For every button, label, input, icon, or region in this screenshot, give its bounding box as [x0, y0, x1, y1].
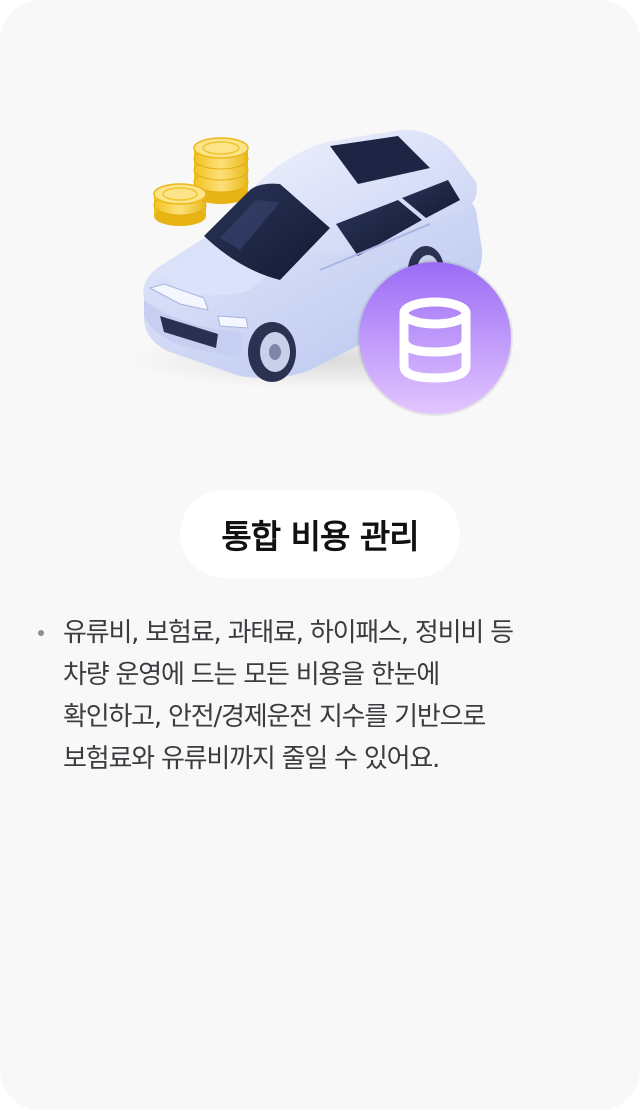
- feature-title: 통합 비용 관리: [221, 517, 419, 556]
- description-line: 보험료와 유류비까지 줄일 수 있어요.: [63, 744, 440, 774]
- cost-management-illustration: [130, 120, 530, 430]
- feature-title-badge: 통합 비용 관리: [180, 490, 460, 578]
- bullet-dot: [38, 630, 44, 636]
- car-illustration: [130, 129, 530, 416]
- feature-description: 유류비, 보험료, 과태료, 하이패스, 정비비 등 차량 운영에 드는 모든 …: [38, 612, 608, 780]
- description-line: 차량 운영에 드는 모든 비용을 한눈에: [63, 660, 440, 690]
- database-icon: [357, 260, 513, 416]
- description-text: 유류비, 보험료, 과태료, 하이패스, 정비비 등 차량 운영에 드는 모든 …: [63, 612, 608, 780]
- description-line: 유류비, 보험료, 과태료, 하이패스, 정비비 등: [63, 618, 514, 648]
- description-line: 확인하고, 안전/경제운전 지수를 기반으로: [63, 702, 486, 732]
- feature-card: 통합 비용 관리 유류비, 보험료, 과태료, 하이패스, 정비비 등 차량 운…: [0, 0, 640, 1110]
